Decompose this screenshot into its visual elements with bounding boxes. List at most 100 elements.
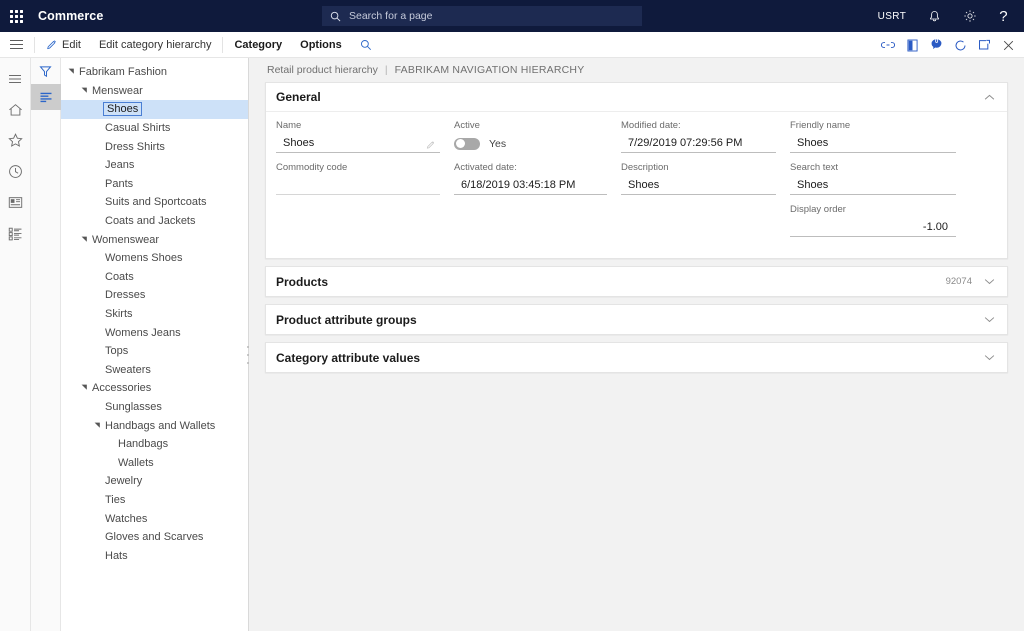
chevron-down-icon[interactable]	[984, 278, 995, 285]
breadcrumb-separator: |	[384, 64, 388, 76]
display-order-field: Display order	[790, 204, 970, 237]
collapsed-section-card: Product attribute groups	[265, 304, 1008, 335]
tree-node[interactable]: Accessories	[61, 379, 248, 398]
workspaces-icon[interactable]	[0, 187, 31, 218]
search-text-field: Search text	[790, 162, 970, 195]
tree-node[interactable]: Womens Shoes	[61, 249, 248, 268]
search-text-input[interactable]	[790, 178, 956, 192]
tree-node[interactable]: Casual Shirts	[61, 119, 248, 138]
edit-category-hierarchy-button[interactable]: Edit category hierarchy	[90, 32, 221, 58]
modified-date-label: Modified date:	[621, 120, 681, 131]
expand-collapse-icon[interactable]	[78, 384, 91, 392]
menu-icon[interactable]	[0, 63, 31, 94]
tree-node[interactable]: Tops	[61, 342, 248, 361]
tree-node[interactable]: Sunglasses	[61, 398, 248, 417]
tree-node[interactable]: Womenswear	[61, 230, 248, 249]
expand-collapse-icon[interactable]	[78, 236, 91, 244]
user-initials[interactable]: USRT	[867, 0, 918, 32]
tree-node-label: Gloves and Scarves	[105, 531, 204, 544]
tree-node[interactable]: Jeans	[61, 156, 248, 175]
breadcrumb-parent[interactable]: Retail product hierarchy	[267, 64, 378, 76]
comments-icon[interactable]: 0	[924, 32, 948, 58]
chevron-down-icon[interactable]	[984, 354, 995, 361]
tree-node[interactable]: Dress Shirts	[61, 137, 248, 156]
tree-node[interactable]: Coats and Jackets	[61, 212, 248, 231]
attach-link-icon[interactable]	[876, 32, 900, 58]
display-order-label: Display order	[790, 204, 846, 215]
chevron-down-icon[interactable]	[984, 316, 995, 323]
section-header[interactable]: Category attribute values	[266, 343, 1007, 372]
modified-date-field: Modified date:	[621, 120, 790, 153]
tree-node[interactable]: Dresses	[61, 286, 248, 305]
tree-node[interactable]: Shoes	[61, 100, 248, 119]
global-search-input[interactable]	[347, 9, 634, 23]
bell-icon[interactable]	[917, 0, 952, 32]
tree-node[interactable]: Wallets	[61, 453, 248, 472]
activated-date-input[interactable]	[454, 178, 607, 192]
tree-node-label: Suits and Sportcoats	[105, 196, 207, 209]
modules-list-icon[interactable]	[0, 218, 31, 249]
filter-icon[interactable]	[31, 58, 61, 84]
tree-node[interactable]: Sweaters	[61, 361, 248, 380]
expand-collapse-icon[interactable]	[91, 422, 104, 430]
office-app-icon[interactable]	[900, 32, 924, 58]
hierarchy-list-icon[interactable]	[30, 84, 61, 110]
expand-collapse-icon[interactable]	[78, 87, 91, 95]
tree-node[interactable]: Ties	[61, 491, 248, 510]
collapsed-sections: Products 92074 Product attribute groups Cat…	[249, 266, 1024, 373]
category-menu-button[interactable]: Category	[225, 32, 291, 58]
tree-node[interactable]: Suits and Sportcoats	[61, 193, 248, 212]
favorites-star-icon[interactable]	[0, 125, 31, 156]
active-field: Active Yes	[454, 120, 621, 153]
command-search-button[interactable]	[351, 32, 381, 58]
home-icon[interactable]	[0, 94, 31, 125]
tree-node[interactable]: Watches	[61, 509, 248, 528]
tree-node-label: Watches	[105, 512, 148, 525]
tree-node-label: Shoes	[102, 102, 143, 117]
tree-node[interactable]: Pants	[61, 175, 248, 194]
hamburger-icon[interactable]	[0, 32, 32, 58]
tree-node-label: Jeans	[105, 159, 135, 172]
section-header[interactable]: Product attribute groups	[266, 305, 1007, 334]
popout-window-icon[interactable]	[972, 32, 996, 58]
app-title: Commerce	[38, 9, 104, 23]
section-header[interactable]: Products 92074	[266, 267, 1007, 296]
commodity-code-input[interactable]	[276, 178, 440, 192]
tree-node[interactable]: Womens Jeans	[61, 323, 248, 342]
chevron-up-icon[interactable]	[984, 94, 995, 101]
refresh-icon[interactable]	[948, 32, 972, 58]
general-section-header[interactable]: General	[266, 83, 1007, 112]
close-icon[interactable]	[996, 32, 1020, 58]
tree-node-label: Sunglasses	[105, 400, 162, 413]
pencil-icon[interactable]	[426, 137, 436, 155]
display-order-input[interactable]	[790, 220, 956, 234]
category-tree-panel[interactable]: Fabrikam Fashion Menswear Shoes Casual Shir…	[61, 58, 249, 631]
tree-node[interactable]: Handbags and Wallets	[61, 416, 248, 435]
breadcrumb-current: FABRIKAM NAVIGATION HIERARCHY	[394, 64, 585, 76]
edit-button[interactable]: Edit	[37, 32, 90, 58]
tree-node[interactable]: Jewelry	[61, 472, 248, 491]
tree-node[interactable]: Gloves and Scarves	[61, 528, 248, 547]
tree-node[interactable]: Skirts	[61, 305, 248, 324]
app-launcher-icon[interactable]	[0, 0, 32, 32]
name-input[interactable]	[276, 136, 440, 150]
tree-node-label: Tops	[105, 345, 129, 358]
options-menu-button[interactable]: Options	[291, 32, 351, 58]
friendly-name-input[interactable]	[790, 136, 956, 150]
tree-node[interactable]: Handbags	[61, 435, 248, 454]
active-toggle[interactable]	[454, 137, 480, 150]
modified-date-input[interactable]	[621, 136, 776, 150]
tree-node[interactable]: Menswear	[61, 82, 248, 101]
tree-node[interactable]: Coats	[61, 268, 248, 287]
tree-node-label: Handbags and Wallets	[105, 419, 216, 432]
tree-node[interactable]: Fabrikam Fashion	[61, 63, 248, 82]
command-bar-divider	[34, 36, 35, 53]
name-field: Name	[276, 120, 454, 153]
gear-icon[interactable]	[952, 0, 988, 32]
tree-node[interactable]: Hats	[61, 546, 248, 565]
recent-clock-icon[interactable]	[0, 156, 31, 187]
description-input[interactable]	[621, 178, 776, 192]
question-mark-icon[interactable]: ?	[988, 0, 1024, 32]
expand-collapse-icon[interactable]	[65, 68, 78, 76]
global-search-box[interactable]	[322, 6, 642, 26]
